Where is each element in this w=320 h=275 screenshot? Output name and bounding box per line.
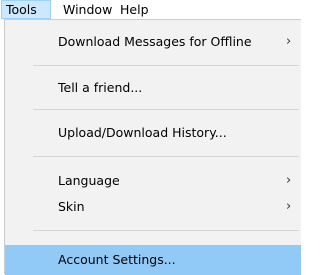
menu-item-account-settings[interactable]: Account Settings...: [5, 245, 301, 275]
menu-item-label: Download Messages for Offline: [58, 34, 252, 49]
chevron-right-icon: ›: [286, 173, 292, 188]
menu-separator: [33, 156, 299, 157]
menu-item-label: Upload/Download History...: [58, 125, 227, 140]
menu-tools[interactable]: Tools: [1, 0, 51, 19]
menu-window[interactable]: Window: [58, 0, 117, 19]
menu-separator: [33, 65, 299, 66]
menu-item-label: Tell a friend...: [58, 80, 143, 95]
tools-dropdown-menu: Download Messages for Offline › Tell a f…: [4, 19, 301, 275]
menu-item-tell-a-friend[interactable]: Tell a friend...: [5, 75, 301, 101]
chevron-right-icon: ›: [286, 34, 292, 49]
menu-help[interactable]: Help: [115, 0, 154, 19]
menu-item-download-messages-offline[interactable]: Download Messages for Offline ›: [5, 29, 301, 55]
menu-bar: Tools Window Help: [0, 0, 301, 19]
chevron-right-icon: ›: [286, 199, 292, 214]
menu-separator: [33, 230, 299, 231]
menu-separator: [33, 109, 299, 110]
menu-item-label: Skin: [58, 199, 85, 214]
menu-item-upload-download-history[interactable]: Upload/Download History...: [5, 120, 301, 146]
menu-item-label: Account Settings...: [58, 252, 176, 267]
menu-item-skin[interactable]: Skin ›: [5, 194, 301, 220]
menu-item-label: Language: [58, 173, 120, 188]
menu-item-language[interactable]: Language ›: [5, 168, 301, 194]
